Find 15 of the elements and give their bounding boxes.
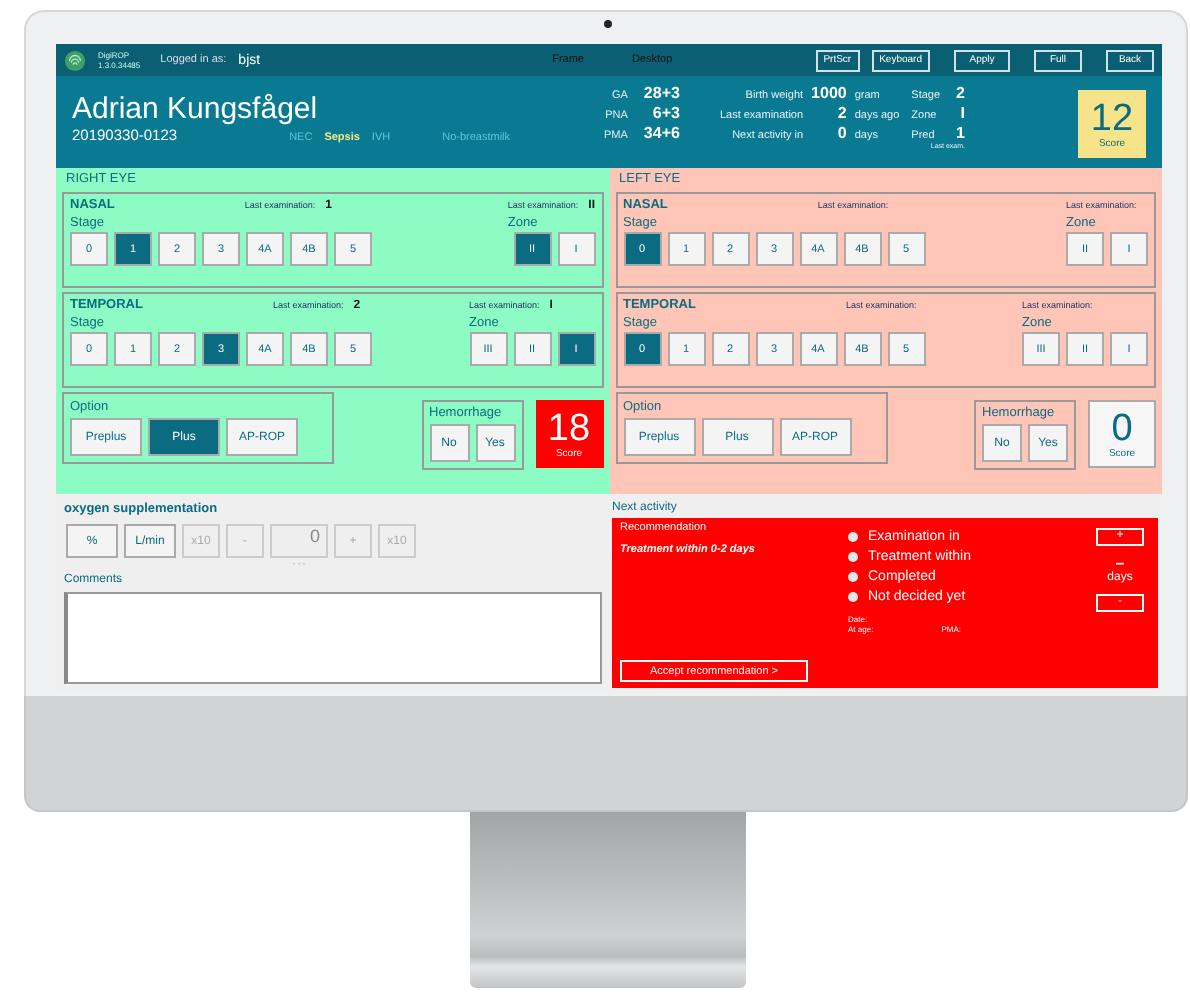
last-exam-value: I: [958, 104, 965, 122]
fact-value: 1000: [811, 84, 847, 102]
age-value: 28+3: [643, 84, 680, 102]
days-value: –: [1115, 554, 1125, 572]
age-value: 6+3: [650, 104, 680, 122]
age-value: 34+6: [643, 124, 680, 142]
fingerprint-logo-icon: [64, 49, 86, 71]
fact-value: 0: [835, 124, 847, 142]
camera-icon: [604, 20, 612, 28]
patient-name: Adrian Kungsfågel: [72, 92, 320, 126]
comments-field[interactable]: [64, 592, 602, 684]
last-exam-value: 1: [956, 124, 965, 142]
oxygen-value-field[interactable]: 0: [270, 524, 328, 558]
fact-value: 2: [835, 104, 847, 122]
last-exam-value: 2: [956, 84, 965, 102]
